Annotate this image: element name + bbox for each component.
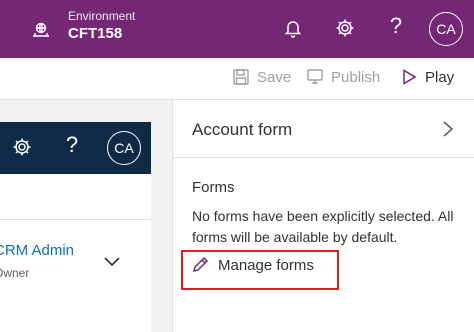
preview-body: CRM Admin Owner bbox=[0, 174, 151, 332]
divider bbox=[0, 219, 151, 220]
owner-name[interactable]: CRM Admin bbox=[0, 242, 74, 259]
owner-label: Owner bbox=[0, 266, 30, 280]
save-button[interactable]: Save bbox=[232, 68, 291, 86]
publish-label: Publish bbox=[331, 68, 381, 86]
save-label: Save bbox=[257, 68, 292, 86]
help-icon[interactable]: ? bbox=[386, 13, 406, 39]
help-icon[interactable]: ? bbox=[62, 132, 82, 158]
play-button[interactable]: Play bbox=[400, 68, 454, 86]
properties-panel: Account form Forms No forms have been ex… bbox=[172, 100, 474, 332]
pencil-icon bbox=[192, 256, 209, 273]
play-label: Play bbox=[425, 68, 455, 86]
bell-icon[interactable] bbox=[283, 18, 303, 38]
form-preview-canvas: ? CA CRM Admin Owner bbox=[0, 100, 172, 332]
avatar-initials: CA bbox=[436, 21, 456, 37]
forms-description: No forms have been explicitly selected. … bbox=[192, 208, 454, 245]
forms-section-title: Forms bbox=[192, 179, 235, 196]
manage-forms-button[interactable]: Manage forms bbox=[191, 256, 314, 274]
preview-header: ? CA bbox=[0, 122, 151, 174]
avatar-initials: CA bbox=[114, 140, 134, 156]
save-icon bbox=[233, 69, 249, 85]
chevron-down-icon[interactable] bbox=[103, 256, 121, 268]
play-icon bbox=[403, 69, 417, 85]
publish-button[interactable]: Publish bbox=[306, 68, 380, 86]
manage-forms-label: Manage forms bbox=[218, 256, 314, 274]
publish-icon bbox=[307, 69, 323, 84]
command-bar: Save Publish Play bbox=[0, 58, 474, 100]
avatar[interactable]: CA bbox=[429, 12, 463, 46]
environment-label: Environment bbox=[68, 9, 136, 23]
panel-header: Account form bbox=[173, 100, 474, 158]
preview-avatar[interactable]: CA bbox=[107, 131, 141, 165]
gear-icon[interactable] bbox=[334, 17, 356, 39]
chevron-right-icon[interactable] bbox=[442, 120, 454, 138]
panel-title: Account form bbox=[192, 120, 293, 139]
environment-name[interactable]: CFT158 bbox=[68, 25, 122, 42]
gear-icon[interactable] bbox=[11, 136, 33, 158]
environment-icon[interactable] bbox=[30, 17, 52, 39]
top-header: Environment CFT158 ? CA bbox=[0, 0, 474, 58]
